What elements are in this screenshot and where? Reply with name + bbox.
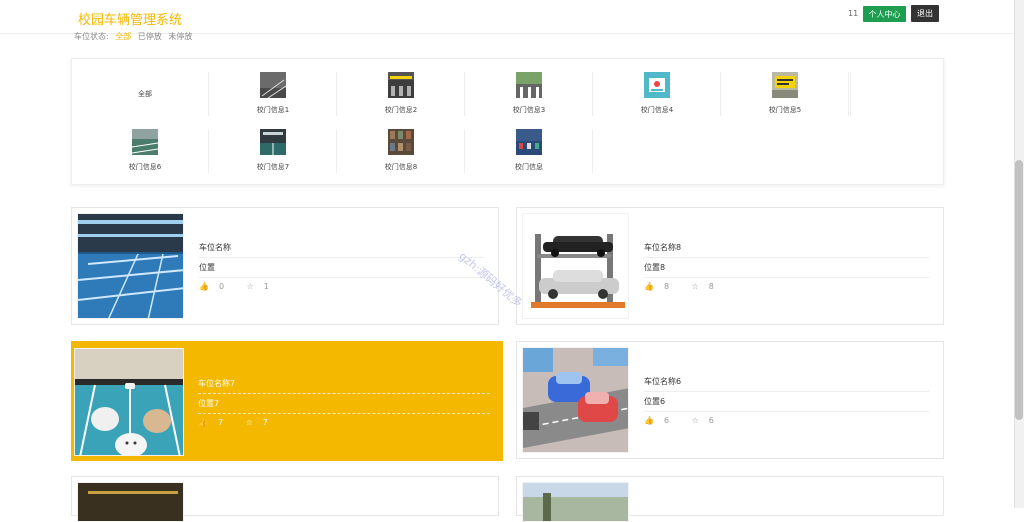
site-title[interactable]: 校园车辆管理系统 bbox=[78, 9, 182, 28]
parking-card[interactable] bbox=[71, 476, 499, 522]
logout-button[interactable]: 退出 bbox=[911, 5, 939, 22]
favorite-stat[interactable]: ☆ 6 bbox=[692, 416, 724, 425]
status-filter: 车位状态: 全部 已停放 未停放 bbox=[74, 31, 196, 42]
parking-stats: 👍 7 ☆ 7 bbox=[198, 418, 490, 427]
category-item-8[interactable]: 校门信息8 bbox=[338, 129, 465, 173]
like-stat[interactable]: 👍 0 bbox=[199, 282, 234, 291]
parking-image bbox=[74, 348, 184, 456]
category-divider bbox=[850, 72, 851, 116]
category-item-6[interactable]: 校门信息6 bbox=[82, 129, 209, 173]
parking-stats: 👍 0 ☆ 1 bbox=[199, 282, 484, 291]
parking-stats: 👍 6 ☆ 6 bbox=[644, 416, 929, 425]
category-label: 校门信息 bbox=[515, 163, 543, 171]
username-label: 11 bbox=[848, 9, 859, 18]
category-label: 校门信息8 bbox=[384, 163, 418, 171]
star-icon: ☆ bbox=[246, 282, 254, 291]
category-thumbnail bbox=[260, 72, 287, 99]
category-label: 校门信息6 bbox=[128, 163, 162, 171]
parking-card-highlighted[interactable]: 车位名称7 位置7 👍 7 ☆ 7 bbox=[71, 341, 503, 461]
category-label: 校门信息4 bbox=[640, 106, 674, 114]
category-thumbnail bbox=[644, 72, 670, 98]
thumbs-up-icon: 👍 bbox=[198, 418, 208, 427]
parking-info: 车位名称 位置 👍 0 ☆ 1 bbox=[199, 242, 484, 291]
parking-card[interactable] bbox=[516, 476, 944, 522]
favorite-count: 8 bbox=[708, 282, 714, 291]
thumbs-up-icon: 👍 bbox=[644, 416, 654, 425]
category-item-1[interactable]: 校门信息1 bbox=[210, 72, 337, 116]
parking-info: 车位名称6 位置6 👍 6 ☆ 6 bbox=[644, 376, 929, 425]
like-stat[interactable]: 👍 7 bbox=[198, 418, 233, 427]
parking-image bbox=[522, 347, 629, 453]
parking-card[interactable]: 车位名称6 位置6 👍 6 ☆ 6 bbox=[516, 341, 944, 459]
top-navbar: 校园车辆管理系统 11 个人中心 退出 bbox=[0, 0, 1014, 34]
parking-name: 车位名称8 bbox=[644, 242, 929, 258]
parking-image bbox=[522, 482, 629, 522]
parking-info: 车位名称8 位置8 👍 8 ☆ 8 bbox=[644, 242, 929, 291]
star-icon: ☆ bbox=[691, 282, 699, 291]
parking-name: 车位名称 bbox=[199, 242, 484, 258]
category-thumbnail bbox=[388, 129, 414, 155]
thumbs-up-icon: 👍 bbox=[644, 282, 654, 291]
star-icon: ☆ bbox=[245, 418, 253, 427]
category-label: 校门信息5 bbox=[768, 106, 802, 114]
favorite-stat[interactable]: ☆ 8 bbox=[692, 282, 724, 291]
category-item-5[interactable]: 校门信息5 bbox=[722, 72, 849, 116]
status-option-parked[interactable]: 已停放 bbox=[138, 32, 162, 41]
favorite-count: 1 bbox=[263, 282, 269, 291]
parking-card[interactable]: 车位名称8 位置8 👍 8 ☆ 8 bbox=[516, 207, 944, 325]
parking-image bbox=[77, 482, 184, 522]
category-item-2[interactable]: 校门信息2 bbox=[338, 72, 465, 116]
parking-info: 车位名称7 位置7 👍 7 ☆ 7 bbox=[198, 378, 490, 427]
category-thumbnail bbox=[260, 129, 286, 155]
favorite-stat[interactable]: ☆ 7 bbox=[246, 418, 278, 427]
category-label: 全部 bbox=[138, 90, 152, 98]
like-count: 0 bbox=[218, 282, 225, 291]
parking-location: 位置8 bbox=[644, 262, 929, 278]
status-option-empty[interactable]: 未停放 bbox=[168, 32, 192, 41]
parking-card[interactable]: 车位名称 位置 👍 0 ☆ 1 bbox=[71, 207, 499, 325]
category-thumbnail bbox=[516, 72, 542, 98]
category-item-9[interactable]: 校门信息 bbox=[466, 129, 593, 173]
thumbs-up-icon: 👍 bbox=[199, 282, 209, 291]
parking-image bbox=[77, 213, 184, 319]
category-label: 校门信息2 bbox=[384, 106, 418, 114]
category-label: 校门信息1 bbox=[256, 106, 290, 114]
category-item-3[interactable]: 校门信息3 bbox=[466, 72, 593, 116]
favorite-count: 7 bbox=[262, 418, 268, 427]
category-thumbnail bbox=[772, 72, 798, 98]
parking-location: 位置 bbox=[199, 262, 484, 278]
parking-name: 车位名称6 bbox=[644, 376, 929, 392]
category-thumbnail bbox=[131, 129, 159, 155]
category-item-7[interactable]: 校门信息7 bbox=[210, 129, 337, 173]
like-stat[interactable]: 👍 8 bbox=[644, 282, 679, 291]
page-scrollbar[interactable] bbox=[1014, 0, 1024, 508]
like-count: 8 bbox=[663, 282, 670, 291]
star-icon: ☆ bbox=[691, 416, 699, 425]
status-filter-label: 车位状态: bbox=[74, 32, 109, 41]
parking-image bbox=[522, 213, 629, 319]
favorite-count: 6 bbox=[708, 416, 714, 425]
parking-stats: 👍 8 ☆ 8 bbox=[644, 282, 929, 291]
category-item-4[interactable]: 校门信息4 bbox=[594, 72, 721, 116]
like-count: 6 bbox=[663, 416, 670, 425]
category-thumbnail bbox=[388, 72, 414, 98]
category-thumbnail bbox=[516, 129, 542, 155]
category-panel: 全部 校门信息1 校门信息2 校门信息3 校门信息4 校门信息5 校门信息6 校… bbox=[71, 58, 944, 185]
parking-location: 位置6 bbox=[644, 396, 929, 412]
category-label: 校门信息7 bbox=[256, 163, 290, 171]
parking-location: 位置7 bbox=[198, 398, 490, 414]
status-option-all[interactable]: 全部 bbox=[115, 32, 131, 41]
favorite-stat[interactable]: ☆ 1 bbox=[247, 282, 279, 291]
category-all[interactable]: 全部 bbox=[82, 72, 209, 116]
like-stat[interactable]: 👍 6 bbox=[644, 416, 679, 425]
category-label: 校门信息3 bbox=[512, 106, 546, 114]
parking-name: 车位名称7 bbox=[198, 378, 490, 394]
like-count: 7 bbox=[217, 418, 224, 427]
profile-center-button[interactable]: 个人中心 bbox=[863, 6, 906, 22]
scrollbar-thumb[interactable] bbox=[1015, 160, 1023, 420]
